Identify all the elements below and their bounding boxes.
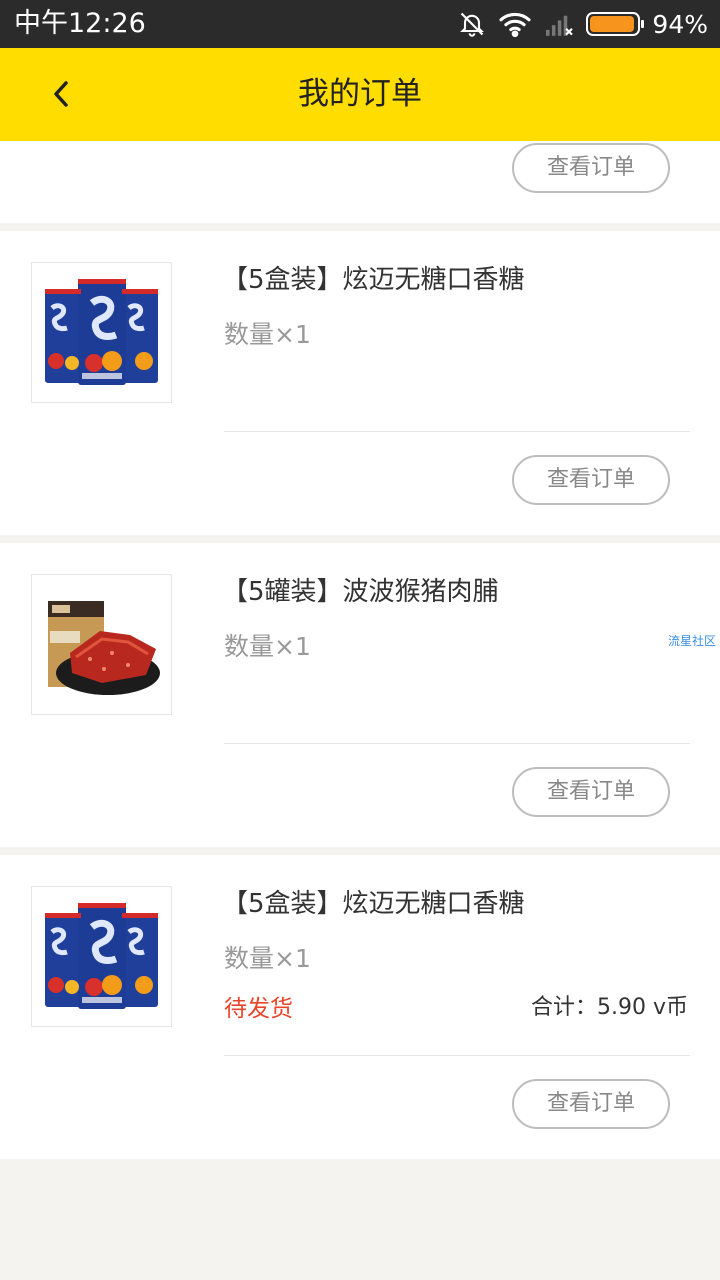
product-quantity: 数量×1 [224,944,311,973]
status-bar: 中午12:26 94% [0,0,720,48]
app-header: 我的订单 [0,48,720,141]
gum-pack-image [45,903,158,1009]
order-total: 合计：5.90 v币 [531,995,688,1020]
bell-off-icon [460,12,485,37]
order-status: 待发货 [224,996,293,1022]
order-card: 【5罐装】波波猴猪肉脯 数量×1 查看订单 [0,543,720,847]
signal-no-sim-icon [546,15,574,36]
view-order-button[interactable]: 查看订单 [512,455,670,505]
product-image [31,574,172,715]
order-card: 【5盒装】炫迈无糖口香糖 数量×1 查看订单 [0,231,720,535]
battery-percent: 94% [652,9,708,39]
wifi-icon [499,12,531,38]
product-name: 【5盒装】炫迈无糖口香糖 [222,265,525,295]
watermark-text: 流星社区 [668,634,717,648]
view-order-button[interactable]: 查看订单 [512,143,670,193]
view-order-button[interactable]: 查看订单 [512,767,670,817]
gum-pack-image [45,279,158,385]
clock-text: 中午12:26 [14,8,146,39]
card-divider [224,743,690,744]
product-quantity: 数量×1 [224,320,311,349]
product-name: 【5盒装】炫迈无糖口香糖 [222,889,525,919]
product-name: 【5罐装】波波猴猪肉脯 [222,577,499,607]
card-divider [224,431,690,432]
status-icons: 94% [458,8,708,40]
pork-jerky-image [48,601,160,695]
card-divider [224,1055,690,1056]
order-card: 【5盒装】炫迈无糖口香糖 数量×1 待发货 合计：5.90 v币 查看订单 [0,855,720,1159]
order-card-partial: 查看订单 [0,141,720,223]
product-quantity: 数量×1 [224,632,311,661]
product-image [31,886,172,1027]
product-image [31,262,172,403]
battery-icon [586,12,645,36]
view-order-button[interactable]: 查看订单 [512,1079,670,1129]
page-title: 我的订单 [298,76,422,112]
